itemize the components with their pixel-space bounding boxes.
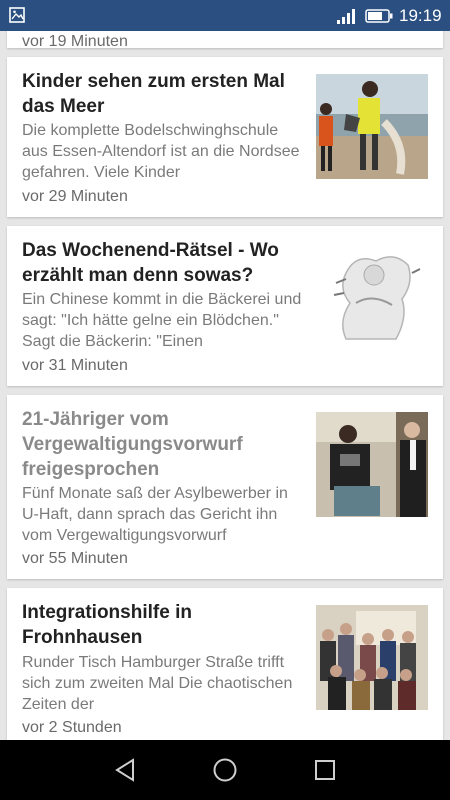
beach-children-photo (316, 74, 428, 179)
image-notification-icon (9, 7, 25, 23)
article-thumbnail (316, 605, 428, 710)
battery-icon (365, 9, 393, 23)
recent-apps-icon[interactable] (313, 758, 337, 782)
article-thumbnail (316, 243, 428, 348)
back-icon[interactable] (113, 757, 137, 783)
article-thumbnail (316, 412, 428, 517)
article-title: Das Wochenend-Rätsel - Wo erzählt man de… (22, 240, 279, 286)
news-card[interactable]: Das Wochenend-Rätsel - Wo erzählt man de… (7, 226, 443, 386)
statue-photo (316, 243, 428, 348)
article-snippet: Die komplette Bodelschwinghschule aus Es… (22, 122, 300, 181)
article-title: Kinder sehen zum ersten Mal das Meer (22, 71, 285, 117)
article-time: vor 55 Minuten (22, 550, 128, 567)
news-feed[interactable]: vor 19 Minuten Kinder sehen zum ersten M… (0, 31, 450, 740)
navigation-bar (0, 740, 450, 800)
courtroom-photo (316, 412, 428, 517)
article-time: vor 2 Stunden (22, 719, 122, 736)
article-snippet: Runder Tisch Hamburger Straße trifft sic… (22, 654, 293, 713)
article-time: vor 29 Minuten (22, 188, 128, 205)
signal-strength-icon (337, 9, 355, 24)
article-snippet: Fünf Monate saß der Asylbewerber in U-Ha… (22, 485, 288, 544)
article-title: Integrationshilfe in Frohnhausen (22, 602, 192, 648)
news-card-partial[interactable]: vor 19 Minuten (7, 31, 443, 50)
news-card[interactable]: Kinder sehen zum ersten Mal das Meer Die… (7, 57, 443, 217)
article-time: vor 19 Minuten (22, 33, 128, 50)
home-icon[interactable] (212, 757, 238, 783)
article-snippet: Ein Chinese kommt in die Bäckerei und sa… (22, 291, 302, 350)
article-thumbnail (316, 74, 428, 179)
news-card-read[interactable]: 21-Jähriger vom Vergewaltigungsvorwurf f… (7, 395, 443, 579)
article-time: vor 31 Minuten (22, 357, 128, 374)
status-bar: 19:19 (0, 0, 450, 31)
article-title: 21-Jähriger vom Vergewaltigungsvorwurf f… (22, 409, 243, 480)
status-clock: 19:19 (399, 6, 442, 25)
news-card[interactable]: Integrationshilfe in Frohnhausen Runder … (7, 588, 443, 740)
group-photo (316, 605, 428, 710)
